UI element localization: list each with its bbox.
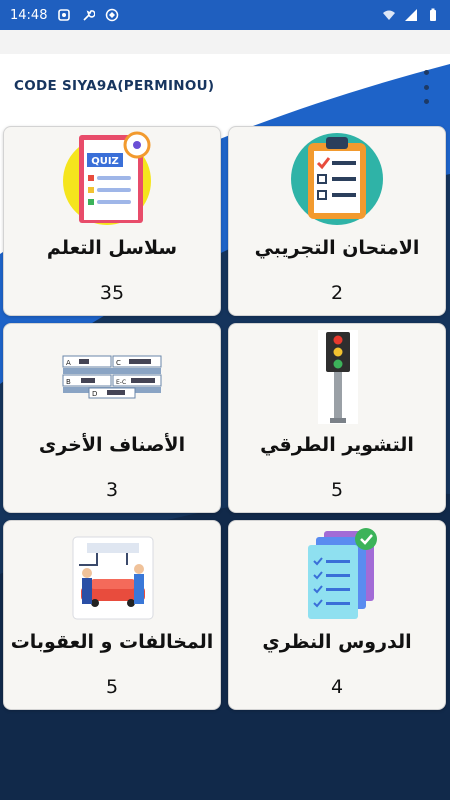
police-car-icon <box>57 525 167 621</box>
card-label: سلاسل التعلم <box>46 237 178 259</box>
app-title: CODE SIYA9A(PERMINOU) <box>14 78 215 94</box>
traffic-light-icon <box>282 328 392 424</box>
category-c: C <box>116 359 121 367</box>
category-e-c: E-C <box>116 379 126 386</box>
card-road-signs[interactable]: التشوير الطرقي 5 <box>228 323 446 513</box>
card-violations[interactable]: المخالفات و العقوبات 5 <box>3 520 221 710</box>
battery-icon <box>430 8 436 21</box>
status-bar: 14:48 <box>0 0 450 30</box>
card-label: التشوير الطرقي <box>260 434 414 456</box>
card-count: 5 <box>105 676 119 698</box>
status-spacer <box>0 30 450 54</box>
card-label: الامتحان التجريبي <box>254 237 420 259</box>
card-count: 3 <box>105 479 119 501</box>
card-theory-lessons[interactable]: الدروس النظري 4 <box>228 520 446 710</box>
more-vert-icon[interactable] <box>416 70 436 104</box>
wrench-icon <box>83 10 96 21</box>
vpn-icon <box>106 8 119 22</box>
category-a: A <box>66 359 71 367</box>
svg-text:QUIZ: QUIZ <box>91 156 119 167</box>
card-count: 2 <box>330 282 344 304</box>
card-count: 4 <box>330 676 344 698</box>
checklist-stack-icon <box>282 525 392 621</box>
card-mock-exam[interactable]: الامتحان التجريبي 2 <box>228 126 446 316</box>
card-count: 35 <box>99 282 125 304</box>
app-bar: CODE SIYA9A(PERMINOU) <box>0 54 450 118</box>
signal-icon <box>405 9 417 21</box>
card-quiz-series[interactable]: QUIZ سلاسل التعلم 35 <box>3 126 221 316</box>
category-b: B <box>66 378 71 386</box>
card-label: الأصناف الأخرى <box>38 434 186 456</box>
clipboard-checklist-icon <box>282 131 392 227</box>
card-label: الدروس النظري <box>262 631 412 653</box>
card-label: المخالفات و العقوبات <box>10 631 214 653</box>
vehicle-categories-icon: A C B E-C D <box>57 328 167 424</box>
wifi-icon <box>383 10 395 20</box>
status-time: 14:48 <box>10 7 48 23</box>
quiz-icon: QUIZ <box>57 131 167 227</box>
category-d: D <box>92 390 97 398</box>
card-other-categories[interactable]: A C B E-C D الأصناف الأخرى 3 <box>3 323 221 513</box>
notification-icon <box>58 9 71 21</box>
card-count: 5 <box>330 479 344 501</box>
